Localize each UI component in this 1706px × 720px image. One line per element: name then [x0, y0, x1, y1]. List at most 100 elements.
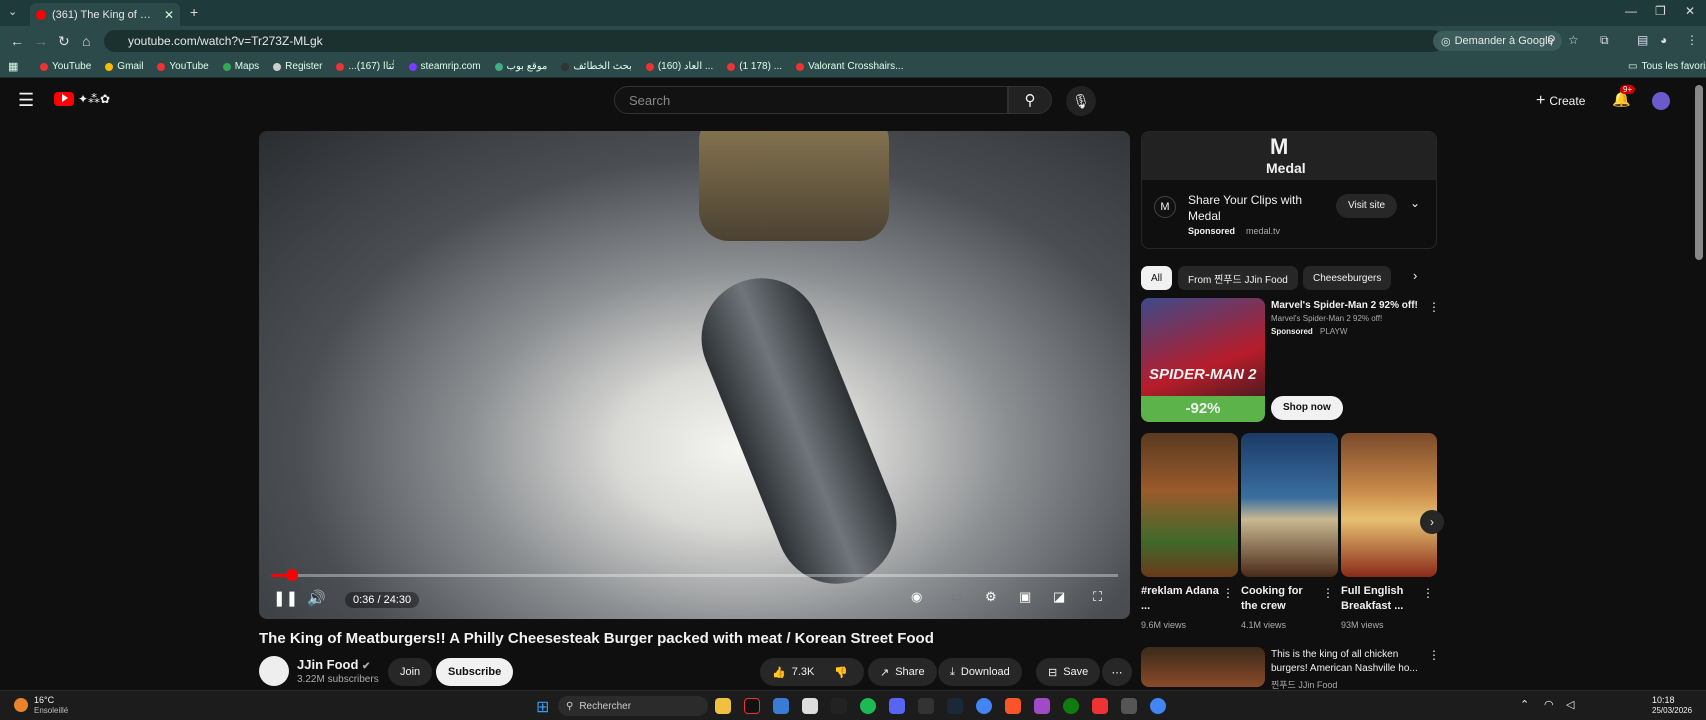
channel-name[interactable]: JJin Food ✔: [297, 657, 370, 672]
back-icon[interactable]: ←: [10, 33, 24, 49]
app-icon[interactable]: [918, 698, 934, 714]
window-close-icon[interactable]: ✕: [1685, 4, 1695, 18]
bookmark-item[interactable]: (160) ‫ﺍﻟﻌﺎﺩ‬ ...: [645, 61, 713, 72]
join-button[interactable]: Join: [388, 658, 433, 686]
download-button[interactable]: ⤓ Download: [938, 658, 1022, 686]
ask-google-button[interactable]: ◎ Demander à Google: [1433, 31, 1562, 51]
tab-close-icon[interactable]: ✕: [164, 8, 174, 22]
minimize-icon[interactable]: —: [1625, 4, 1637, 18]
steam-icon[interactable]: [947, 698, 963, 714]
bookmark-item[interactable]: YouTube: [157, 61, 209, 72]
app-icon[interactable]: [1034, 698, 1050, 714]
voice-search-button[interactable]: 🎙: [1066, 86, 1096, 116]
spotify-icon[interactable]: [860, 698, 876, 714]
short-title[interactable]: Cooking for the crew: [1241, 584, 1321, 614]
tab-list-icon[interactable]: ⌄: [8, 5, 17, 18]
forward-icon[interactable]: →: [34, 33, 48, 49]
short-more-icon[interactable]: ⋮: [1322, 586, 1334, 600]
thumbs-down-icon[interactable]: 👎: [834, 666, 848, 679]
chip-from-channel[interactable]: From 찐푸드 JJin Food: [1178, 266, 1298, 290]
store-icon[interactable]: [802, 698, 818, 714]
autoplay-toggle-icon[interactable]: ◉: [911, 589, 922, 605]
profile-icon[interactable]: ◕: [1660, 33, 1667, 47]
spiderman-thumbnail[interactable]: SPIDER-MAN 2 -92%: [1141, 298, 1265, 422]
bookmark-item[interactable]: YouTube: [40, 61, 91, 72]
shop-now-button[interactable]: Shop now: [1271, 396, 1343, 420]
short-title[interactable]: Full English Breakfast ...: [1341, 584, 1421, 614]
short-title[interactable]: #reklam Adana ...: [1141, 584, 1221, 614]
create-button[interactable]: + Create: [1536, 92, 1585, 110]
discord-icon[interactable]: [889, 698, 905, 714]
bookmark-item[interactable]: Gmail: [105, 61, 143, 72]
tiktok-icon[interactable]: [744, 698, 760, 714]
new-tab-icon[interactable]: +: [190, 4, 198, 20]
tray-chevron-icon[interactable]: ⌃: [1520, 698, 1529, 711]
url-field[interactable]: youtube.com/watch?v=Tr273Z-MLgk: [104, 30, 1444, 52]
bookmark-item[interactable]: ‫ﺑﺤﺚ‬ ‫ﺍﻟﺨﻄﺎﺋﻒ‬: [561, 61, 632, 72]
app-icon[interactable]: [1121, 698, 1137, 714]
search-button[interactable]: ⚲: [1008, 86, 1052, 114]
chrome-icon[interactable]: [1150, 698, 1166, 714]
bookmark-item[interactable]: Valorant Crosshairs...: [796, 61, 903, 72]
bookmark-item[interactable]: (1 178) ...: [727, 61, 782, 72]
next-video-title[interactable]: This is the king of all chicken burgers!…: [1271, 648, 1421, 676]
page-scrollbar[interactable]: [1695, 85, 1703, 260]
short-more-icon[interactable]: ⋮: [1422, 586, 1434, 600]
save-button[interactable]: ⊟ Save: [1036, 658, 1101, 686]
sponsored-game-title[interactable]: Marvel's Spider-Man 2 92% off!: [1271, 300, 1418, 311]
home-icon[interactable]: ⌂: [82, 33, 90, 49]
browser-tab[interactable]: (361) The King of Meatbur ✕: [30, 3, 180, 26]
progress-scrubber-handle[interactable]: [286, 569, 299, 581]
extensions-icon[interactable]: ⧉: [1600, 33, 1609, 48]
sponsored-ad-card[interactable]: M Medal M Share Your Clips with Medal Sp…: [1141, 131, 1437, 249]
brave-icon[interactable]: [1005, 698, 1021, 714]
short-thumbnail[interactable]: [1241, 433, 1338, 577]
settings-gear-icon[interactable]: ⚙: [985, 589, 997, 605]
bookmark-item[interactable]: ...‫ئ‬ٰ‫تا‬‫ا‬ (167): [336, 61, 395, 72]
short-thumbnail[interactable]: [1141, 433, 1238, 577]
search-input[interactable]: Search: [614, 86, 1008, 114]
chip-cheeseburgers[interactable]: Cheeseburgers: [1303, 266, 1392, 290]
app-icon[interactable]: [831, 698, 847, 714]
like-button[interactable]: 👍 7.3K 👎: [760, 658, 864, 686]
miniplayer-icon[interactable]: ▣: [1019, 589, 1031, 605]
chrome-icon[interactable]: [976, 698, 992, 714]
next-video-thumbnail[interactable]: [1141, 647, 1265, 687]
account-avatar[interactable]: [1652, 92, 1670, 110]
hamburger-menu-icon[interactable]: ☰: [18, 90, 34, 111]
sidepanel-icon[interactable]: ▤: [1637, 33, 1648, 47]
app-icon[interactable]: [1092, 698, 1108, 714]
video-player[interactable]: ❚❚ 🔊 0:36 / 24:30 ◉ ▭ ⚙ ▣ ◪ ⛶: [259, 131, 1130, 619]
menu-icon[interactable]: ⋮: [1686, 33, 1698, 47]
subtitles-icon[interactable]: ▭: [951, 589, 963, 605]
reload-icon[interactable]: ↻: [58, 33, 70, 50]
next-video-more-icon[interactable]: ⋮: [1428, 648, 1440, 662]
chips-next-chevron-icon[interactable]: ›: [1413, 268, 1417, 283]
volume-icon[interactable]: 🔊: [307, 589, 326, 607]
bookmark-item[interactable]: steamrip.com: [408, 61, 481, 72]
fullscreen-icon[interactable]: ⛶: [1093, 589, 1102, 605]
windows-start-icon[interactable]: ⊞: [536, 697, 549, 717]
visit-site-button[interactable]: Visit site: [1336, 194, 1398, 218]
xbox-icon[interactable]: [1063, 698, 1079, 714]
apps-grid-icon[interactable]: ▦: [8, 60, 18, 73]
shorts-next-icon[interactable]: ›: [1420, 510, 1444, 534]
more-actions-icon[interactable]: ⋯: [1102, 658, 1132, 686]
short-more-icon[interactable]: ⋮: [1222, 586, 1234, 600]
pause-icon[interactable]: ❚❚: [273, 589, 298, 607]
all-bookmarks[interactable]: ▭ Tous les favoris: [1628, 61, 1706, 72]
star-icon[interactable]: ☆: [1568, 33, 1579, 47]
bookmark-item[interactable]: ‫ﻣﻮﻗﻊ‬ ‫ﺑﻮﺏ‬: [494, 61, 547, 72]
network-icon[interactable]: ◠: [1544, 698, 1554, 711]
chevron-down-icon[interactable]: ⌄: [1410, 196, 1420, 210]
channel-avatar[interactable]: [259, 656, 289, 686]
restore-icon[interactable]: ❐: [1655, 4, 1666, 18]
file-explorer-icon[interactable]: [715, 698, 731, 714]
subscribe-button[interactable]: Subscribe: [436, 658, 514, 686]
more-options-icon[interactable]: ⋮: [1428, 300, 1440, 314]
app-icon[interactable]: [773, 698, 789, 714]
zoom-icon[interactable]: ⚲: [1547, 33, 1556, 47]
taskbar-search[interactable]: ⚲ Rechercher: [558, 696, 708, 716]
speaker-icon[interactable]: ◁: [1566, 698, 1574, 711]
cast-icon[interactable]: ◪: [1053, 589, 1065, 605]
